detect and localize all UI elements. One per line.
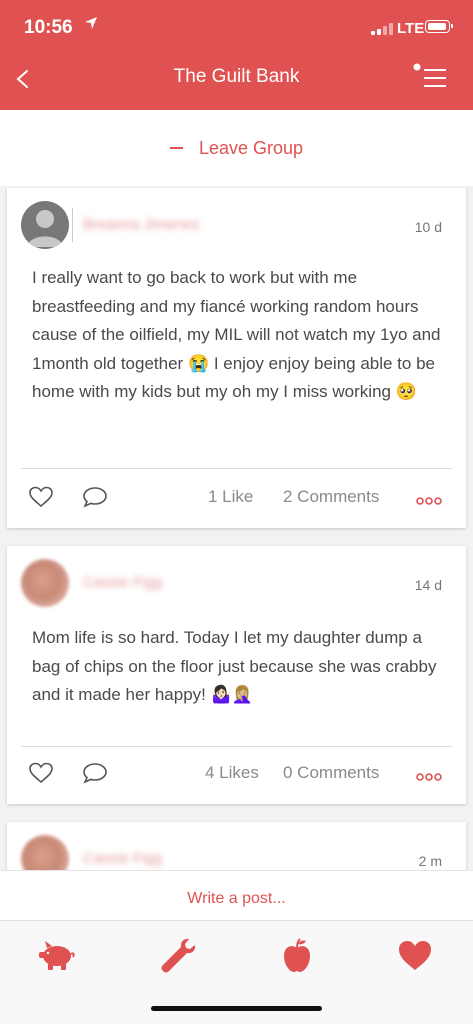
more-dots-icon [416, 497, 442, 505]
like-count[interactable]: 4 Likes [205, 763, 259, 783]
network-label: LTE [397, 20, 425, 37]
post-text: Mom life is so hard. Today I let my daug… [32, 628, 437, 704]
tab-favorites[interactable] [395, 935, 435, 975]
post-card[interactable]: Cassie Figg 14 d Mom life is so hard. To… [7, 546, 466, 804]
divider [21, 468, 452, 469]
avatar[interactable] [21, 559, 69, 607]
piggy-bank-icon [39, 941, 75, 970]
page-title: The Guilt Bank [173, 66, 300, 87]
post-age: 10 d [414, 219, 442, 235]
like-button[interactable] [28, 485, 54, 509]
comment-bubble-icon [83, 487, 107, 508]
post-age: 2 m [418, 853, 442, 869]
comment-button[interactable] [82, 485, 108, 509]
comment-bubble-icon [83, 763, 107, 784]
tab-piggy-bank[interactable] [36, 935, 76, 975]
heart-outline-icon [29, 486, 53, 508]
status-bar: 10:56 LTE [0, 0, 473, 50]
heart-icon [399, 941, 431, 970]
menu-button[interactable] [410, 62, 450, 92]
tab-tools[interactable] [157, 935, 197, 975]
location-arrow-icon [84, 16, 98, 35]
leave-group-bar: Leave Group [0, 110, 473, 186]
like-count[interactable]: 1 Like [208, 487, 253, 507]
status-time: 10:56 [24, 17, 73, 38]
post-card[interactable]: Breanna Jimenez 10 d I really want to go… [7, 188, 466, 528]
heart-outline-icon [29, 762, 53, 784]
post-text: I really want to go back to work but wit… [32, 268, 441, 401]
author-name[interactable]: Cassie Figg [83, 850, 162, 867]
comment-count[interactable]: 0 Comments [283, 763, 379, 783]
avatar[interactable] [21, 201, 69, 249]
author-name[interactable]: Cassie Figg [83, 574, 162, 591]
author-name[interactable]: Breanna Jimenez [83, 216, 200, 233]
more-options-button[interactable] [416, 493, 442, 505]
post-actions: 4 Likes 0 Comments [7, 757, 466, 791]
home-indicator[interactable] [151, 1006, 322, 1011]
write-post-button[interactable]: Write a post... [0, 870, 473, 920]
minus-icon [169, 147, 183, 149]
leave-group-label: Leave Group [198, 137, 304, 158]
leave-group-button[interactable]: Leave Group [169, 137, 304, 159]
apple-icon [284, 938, 310, 972]
post-age: 14 d [414, 577, 442, 593]
wrench-icon [161, 938, 196, 973]
like-button[interactable] [28, 761, 54, 785]
avatar-divider [72, 208, 73, 242]
post-actions: 1 Like 2 Comments [7, 481, 466, 515]
write-post-label: Write a post... [187, 890, 286, 907]
menu-icon [413, 63, 446, 87]
more-options-button[interactable] [416, 769, 442, 781]
comment-button[interactable] [82, 761, 108, 785]
default-avatar-icon [27, 210, 63, 247]
top-bar: 10:56 LTE The Guilt Bank [0, 0, 473, 110]
divider [21, 746, 452, 747]
signal-icon [371, 23, 393, 35]
more-dots-icon [416, 773, 442, 781]
tab-health[interactable] [277, 935, 317, 975]
comment-count[interactable]: 2 Comments [283, 487, 379, 507]
battery-icon [425, 20, 453, 33]
